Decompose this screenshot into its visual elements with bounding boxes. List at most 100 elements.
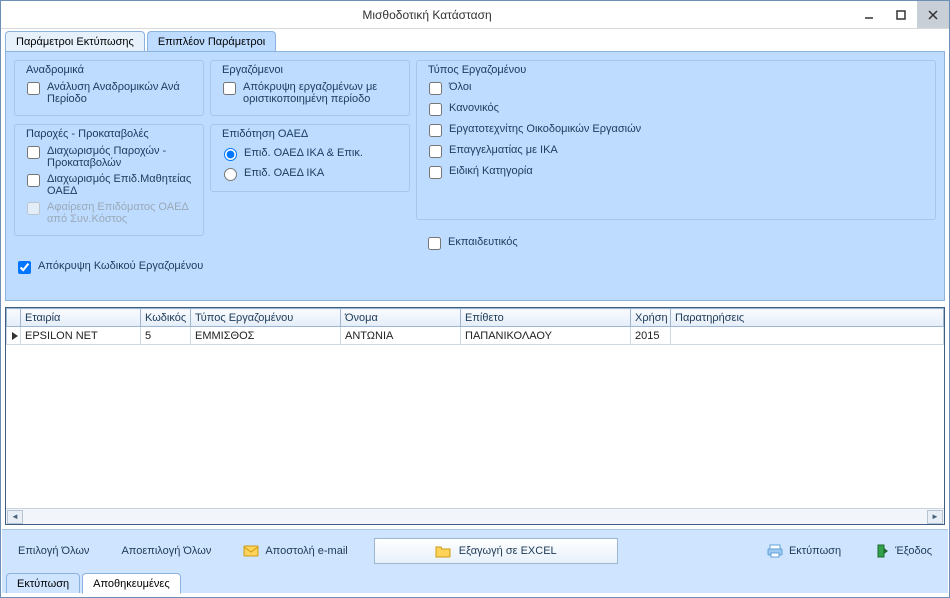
checkbox-hide-code-input[interactable] bbox=[18, 261, 31, 274]
checkbox-type-eidiki[interactable]: Ειδική Κατηγορία bbox=[425, 163, 927, 184]
legend-typos: Τύπος Εργαζομένου bbox=[425, 64, 529, 76]
select-all-button[interactable]: Επιλογή Όλων bbox=[12, 543, 95, 559]
checkbox-hide-finalized-input[interactable] bbox=[223, 82, 236, 95]
panel-col-2: Εργαζόμενοι Απόκρυψη εργαζομένων με ορισ… bbox=[210, 60, 410, 292]
exit-button[interactable]: Έξοδος bbox=[867, 541, 938, 561]
title-bar: Μισθοδοτική Κατάσταση bbox=[1, 1, 949, 29]
scroll-right-button[interactable]: ► bbox=[927, 510, 943, 524]
maximize-button[interactable] bbox=[885, 1, 917, 28]
checkbox-separation-paroxon-input[interactable] bbox=[27, 146, 40, 159]
checkbox-hide-code[interactable]: Απόκρυψη Κωδικού Εργαζομένου bbox=[14, 258, 204, 279]
checkbox-type-epangelmatias-input[interactable] bbox=[429, 145, 442, 158]
checkbox-type-ekpaideutikos[interactable]: Εκπαιδευτικός bbox=[424, 234, 936, 255]
grid-header-code[interactable]: Κωδικός bbox=[141, 309, 191, 327]
radio-oaed-ika-epik-label: Επιδ. ΟΑΕΔ ΙΚΑ & Επικ. bbox=[244, 147, 363, 159]
fieldset-epidotisi: Επιδότηση ΟΑΕΔ Επιδ. ΟΑΕΔ ΙΚΑ & Επικ. Επ… bbox=[210, 124, 410, 192]
extra-params-panel: Αναδρομικά Ανάλυση Αναδρομικών Ανά Περίο… bbox=[5, 51, 945, 301]
close-button[interactable] bbox=[917, 1, 949, 28]
tab-print-params[interactable]: Παράμετροι Εκτύπωσης bbox=[5, 31, 145, 51]
grid-header-name[interactable]: Όνομα bbox=[341, 309, 461, 327]
row-pointer-icon bbox=[11, 331, 19, 341]
data-grid[interactable]: Εταιρία Κωδικός Τύπος Εργαζομένου Όνομα … bbox=[5, 307, 945, 525]
grid-row-indicator bbox=[7, 327, 21, 345]
export-excel-label: Εξαγωγή σε EXCEL bbox=[459, 545, 557, 557]
checkbox-separation-oaed[interactable]: Διαχωρισμός Επιδ.Μαθητείας ΟΑΕΔ bbox=[23, 171, 195, 199]
scroll-left-button[interactable]: ◄ bbox=[7, 510, 23, 524]
send-email-button[interactable]: Αποστολή e-mail bbox=[237, 541, 353, 561]
checkbox-separation-oaed-label: Διαχωρισμός Επιδ.Μαθητείας ΟΑΕΔ bbox=[47, 173, 195, 197]
minimize-icon bbox=[864, 10, 874, 20]
bottom-tab-print[interactable]: Εκτύπωση bbox=[6, 573, 80, 593]
legend-ergazomenoi: Εργαζόμενοι bbox=[219, 64, 286, 76]
radio-oaed-ika[interactable]: Επιδ. ΟΑΕΔ ΙΚΑ bbox=[219, 163, 401, 183]
legend-paroxes: Παροχές - Προκαταβολές bbox=[23, 128, 152, 140]
checkbox-analysis-per-period-input[interactable] bbox=[27, 82, 40, 95]
deselect-all-label: Αποεπιλογή Όλων bbox=[121, 545, 211, 557]
grid-header-row: Εταιρία Κωδικός Τύπος Εργαζομένου Όνομα … bbox=[7, 309, 944, 327]
checkbox-type-all-input[interactable] bbox=[429, 82, 442, 95]
radio-oaed-ika-epik-input[interactable] bbox=[224, 148, 237, 161]
tab-extra-params[interactable]: Επιπλέον Παράμετροι bbox=[147, 31, 276, 51]
panel-col-3: Τύπος Εργαζομένου Όλοι Κανονικός Εργατοτ… bbox=[416, 60, 936, 292]
window-buttons bbox=[853, 1, 949, 28]
grid-cell-company[interactable]: EPSILON NET bbox=[21, 327, 141, 345]
grid-cell-notes[interactable] bbox=[671, 327, 944, 345]
checkbox-analysis-per-period-label: Ανάλυση Αναδρομικών Ανά Περίοδο bbox=[47, 81, 195, 105]
checkbox-type-ekpaideutikos-input[interactable] bbox=[428, 237, 441, 250]
checkbox-separation-paroxon-label: Διαχωρισμός Παροχών - Προκαταβολών bbox=[47, 145, 195, 169]
grid-cell-surname[interactable]: ΠΑΠΑΝΙΚΟΛΑΟΥ bbox=[461, 327, 631, 345]
print-button[interactable]: Εκτύπωση bbox=[761, 541, 847, 561]
grid-cell-name[interactable]: ΑΝΤΩΝΙΑ bbox=[341, 327, 461, 345]
checkbox-remove-oaed-label: Αφαίρεση Επιδόματος ΟΑΕΔ από Συν.Κόστος bbox=[47, 201, 195, 225]
grid-header-type[interactable]: Τύπος Εργαζομένου bbox=[191, 309, 341, 327]
checkbox-type-kanonikos[interactable]: Κανονικός bbox=[425, 100, 927, 121]
radio-oaed-ika-input[interactable] bbox=[224, 168, 237, 181]
maximize-icon bbox=[896, 10, 906, 20]
grid-cell-type[interactable]: ΕΜΜΙΣΘΟΣ bbox=[191, 327, 341, 345]
checkbox-analysis-per-period[interactable]: Ανάλυση Αναδρομικών Ανά Περίοδο bbox=[23, 79, 195, 107]
bottom-tab-saved[interactable]: Αποθηκευμένες bbox=[82, 573, 181, 594]
grid-header-company[interactable]: Εταιρία bbox=[21, 309, 141, 327]
checkbox-type-oikodomikon-label: Εργατοτεχνίτης Οικοδομικών Εργασιών bbox=[449, 123, 641, 135]
grid-header-surname[interactable]: Επίθετο bbox=[461, 309, 631, 327]
grid-table: Εταιρία Κωδικός Τύπος Εργαζομένου Όνομα … bbox=[6, 308, 944, 345]
checkbox-type-kanonikos-input[interactable] bbox=[429, 103, 442, 116]
checkbox-type-all-label: Όλοι bbox=[449, 81, 471, 93]
grid-header-year[interactable]: Χρήση bbox=[631, 309, 671, 327]
deselect-all-button[interactable]: Αποεπιλογή Όλων bbox=[115, 543, 217, 559]
checkbox-separation-oaed-input[interactable] bbox=[27, 174, 40, 187]
checkbox-hide-finalized-label: Απόκρυψη εργαζομένων με οριστικοποιημένη… bbox=[243, 81, 401, 105]
export-excel-button[interactable]: Εξαγωγή σε EXCEL bbox=[374, 538, 618, 564]
legend-epidotisi: Επιδότηση ΟΑΕΔ bbox=[219, 128, 311, 140]
checkbox-remove-oaed-input bbox=[27, 202, 40, 215]
horizontal-scrollbar[interactable]: ◄ ► bbox=[6, 508, 944, 524]
select-all-label: Επιλογή Όλων bbox=[18, 545, 89, 557]
grid-cell-code[interactable]: 5 bbox=[141, 327, 191, 345]
checkbox-type-epangelmatias-label: Επαγγελματίας με ΙΚΑ bbox=[449, 144, 558, 156]
radio-oaed-ika-epik[interactable]: Επιδ. ΟΑΕΔ ΙΚΑ & Επικ. bbox=[219, 143, 401, 163]
checkbox-separation-paroxon[interactable]: Διαχωρισμός Παροχών - Προκαταβολών bbox=[23, 143, 195, 171]
grid-header-notes[interactable]: Παρατηρήσεις bbox=[671, 309, 944, 327]
checkbox-type-oikodomikon-input[interactable] bbox=[429, 124, 442, 137]
grid-empty-area bbox=[6, 345, 944, 508]
fieldset-anadromika: Αναδρομικά Ανάλυση Αναδρομικών Ανά Περίο… bbox=[14, 60, 204, 116]
email-icon bbox=[243, 543, 259, 559]
legend-anadromika: Αναδρομικά bbox=[23, 64, 87, 76]
checkbox-type-all[interactable]: Όλοι bbox=[425, 79, 927, 100]
print-label: Εκτύπωση bbox=[789, 545, 841, 557]
app-window: Μισθοδοτική Κατάσταση Παράμετροι Εκτύπωσ… bbox=[0, 0, 950, 598]
checkbox-remove-oaed: Αφαίρεση Επιδόματος ΟΑΕΔ από Συν.Κόστος bbox=[23, 199, 195, 227]
grid-header-rowselector[interactable] bbox=[7, 309, 21, 327]
folder-icon bbox=[435, 543, 451, 559]
grid-cell-year[interactable]: 2015 bbox=[631, 327, 671, 345]
window-title: Μισθοδοτική Κατάσταση bbox=[1, 8, 853, 22]
checkbox-type-eidiki-input[interactable] bbox=[429, 166, 442, 179]
checkbox-hide-finalized[interactable]: Απόκρυψη εργαζομένων με οριστικοποιημένη… bbox=[219, 79, 401, 107]
footer-toolbar: Επιλογή Όλων Αποεπιλογή Όλων Αποστολή e-… bbox=[2, 529, 948, 571]
grid-row[interactable]: EPSILON NET 5 ΕΜΜΙΣΘΟΣ ΑΝΤΩΝΙΑ ΠΑΠΑΝΙΚΟΛ… bbox=[7, 327, 944, 345]
close-icon bbox=[928, 10, 938, 20]
minimize-button[interactable] bbox=[853, 1, 885, 28]
checkbox-type-epangelmatias[interactable]: Επαγγελματίας με ΙΚΑ bbox=[425, 142, 927, 163]
fieldset-typos: Τύπος Εργαζομένου Όλοι Κανονικός Εργατοτ… bbox=[416, 60, 936, 220]
checkbox-type-oikodomikon[interactable]: Εργατοτεχνίτης Οικοδομικών Εργασιών bbox=[425, 121, 927, 142]
